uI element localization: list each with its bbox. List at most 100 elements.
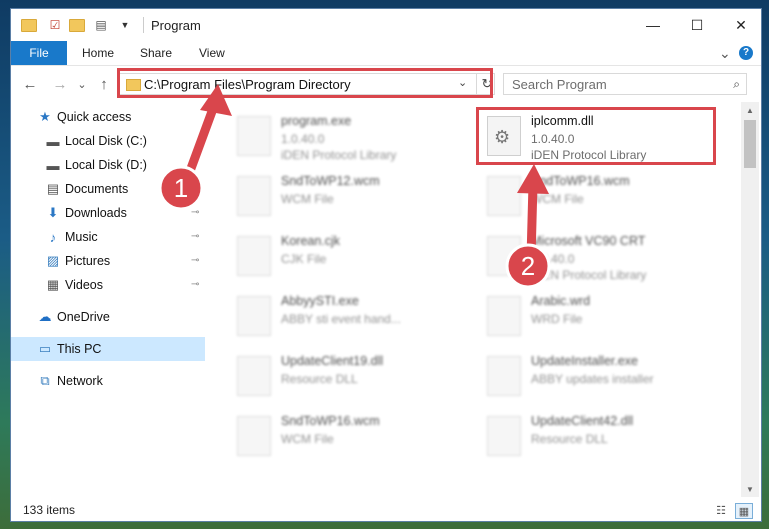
- sidebar-item[interactable]: ⬇ Downloads ⊸: [11, 201, 205, 225]
- file-detail: Resource DLL: [531, 432, 608, 446]
- file-icon: [487, 296, 521, 336]
- sidebar-item-label: Videos: [65, 278, 103, 292]
- drive-icon: ▬: [46, 157, 60, 173]
- file-item[interactable]: Arabic.wrd WRD File: [479, 288, 719, 344]
- file-item[interactable]: SndToWP16.wcm WCM File: [479, 168, 719, 224]
- pin-icon: ⊸: [191, 255, 200, 266]
- file-description: iDEN Protocol Library: [281, 148, 397, 162]
- help-icon[interactable]: ?: [739, 41, 753, 65]
- file-icon: [487, 356, 521, 396]
- search-input[interactable]: Search Program ⌕: [503, 73, 747, 95]
- file-name: UpdateClient42.dll: [531, 414, 634, 428]
- file-icon: [237, 296, 271, 336]
- file-icon: [237, 176, 271, 216]
- sidebar-item[interactable]: ★ Quick access: [11, 105, 205, 129]
- videos-icon: ▦: [46, 277, 60, 292]
- sidebar-item[interactable]: ▦ Videos ⊸: [11, 273, 205, 297]
- quick-access-customize-icon[interactable]: ▤: [93, 17, 109, 33]
- file-name: UpdateClient19.dll: [281, 354, 384, 368]
- file-description: iDEN Protocol Library: [531, 268, 647, 282]
- sidebar-item-label: OneDrive: [57, 310, 110, 324]
- sidebar-item-label: Downloads: [65, 206, 127, 220]
- sidebar-item[interactable]: ▬ Local Disk (D:): [11, 153, 205, 177]
- file-detail: 1.0.40.0: [531, 252, 575, 266]
- vertical-scrollbar[interactable]: ▲ ▼: [741, 102, 759, 497]
- sidebar-item-label: Network: [57, 374, 103, 388]
- file-detail: CJK File: [281, 252, 327, 266]
- file-detail: WRD File: [531, 312, 583, 326]
- file-item[interactable]: Microsoft VC90 CRT 1.0.40.0 iDEN Protocol …: [479, 228, 719, 284]
- recent-locations-button[interactable]: ⌄: [71, 74, 93, 94]
- ribbon-tabs: File Home Share View ⌄ ?: [11, 41, 761, 66]
- file-item[interactable]: AbbyySTI.exe ABBY sti event hand...: [229, 288, 469, 344]
- music-icon: ♪: [49, 229, 57, 245]
- sidebar-item-label: Music: [65, 230, 98, 244]
- tab-file[interactable]: File: [11, 41, 67, 65]
- file-icon: [237, 236, 271, 276]
- large-icons-view-icon[interactable]: ▦: [735, 503, 753, 519]
- file-detail: 1.0.40.0: [281, 132, 325, 146]
- file-detail: WCM File: [281, 432, 334, 446]
- details-view-icon[interactable]: ☷: [713, 503, 729, 517]
- file-item[interactable]: program.exe 1.0.40.0 iDEN Protocol Library: [229, 108, 469, 164]
- file-name: Microsoft VC90 CRT: [531, 234, 646, 248]
- sidebar-item[interactable]: ▭ This PC: [11, 337, 205, 361]
- file-name: AbbyySTI.exe: [281, 294, 359, 308]
- sidebar-item[interactable]: ▬ Local Disk (C:): [11, 129, 205, 153]
- file-icon: [487, 416, 521, 456]
- file-highlight-box: [476, 107, 716, 165]
- back-button[interactable]: ←: [19, 74, 41, 94]
- file-detail: ABBY sti event hand...: [281, 312, 401, 326]
- sidebar-item[interactable]: ⧉ Network: [11, 369, 205, 393]
- sidebar-item-label: Local Disk (D:): [65, 158, 147, 172]
- file-icon: [237, 356, 271, 396]
- sidebar-item[interactable]: ♪ Music ⊸: [11, 225, 205, 249]
- drive-icon: ▬: [46, 133, 60, 149]
- scroll-up-icon[interactable]: ▲: [741, 102, 759, 118]
- file-name: Arabic.wrd: [531, 294, 591, 308]
- scroll-down-icon[interactable]: ▼: [741, 481, 759, 497]
- sidebar-item[interactable]: ☁ OneDrive: [11, 305, 205, 329]
- computer-icon: ▭: [38, 341, 52, 356]
- help-glyph: ?: [739, 46, 753, 60]
- file-icon: [237, 116, 271, 156]
- file-item[interactable]: UpdateInstaller.exe ABBY updates installe…: [479, 348, 719, 404]
- search-icon[interactable]: ⌕: [733, 77, 740, 92]
- status-bar: 133 items ☷ ▦: [11, 497, 761, 521]
- sidebar-item-label: Quick access: [57, 110, 132, 124]
- file-item[interactable]: SndToWP16.wcm WCM File: [229, 408, 469, 464]
- title-bar: ☑ ▤ ▼ Program — ☐ ✕: [11, 9, 761, 41]
- pin-icon: ⊸: [191, 231, 200, 242]
- network-icon: ⧉: [40, 373, 50, 388]
- scrollbar-thumb[interactable]: [744, 120, 756, 168]
- up-button[interactable]: ↑: [93, 74, 115, 94]
- new-folder-icon[interactable]: [69, 17, 85, 33]
- sidebar-item[interactable]: ▨ Pictures ⊸: [11, 249, 205, 273]
- sidebar-item-label: Local Disk (C:): [65, 134, 147, 148]
- chevron-down-icon[interactable]: ▼: [117, 17, 133, 33]
- tab-view[interactable]: View: [199, 41, 225, 65]
- ribbon-collapse-icon[interactable]: ⌄: [719, 41, 731, 65]
- file-item[interactable]: UpdateClient19.dll Resource DLL: [229, 348, 469, 404]
- tab-share[interactable]: Share: [140, 41, 172, 65]
- file-icon: [487, 236, 521, 276]
- forward-button[interactable]: →: [49, 74, 71, 94]
- close-button[interactable]: ✕: [719, 9, 761, 41]
- title-separator: [143, 17, 144, 33]
- file-detail: ABBY updates installer: [531, 372, 654, 386]
- tab-home[interactable]: Home: [82, 41, 114, 65]
- sidebar-item[interactable]: ▤ Documents ⊸: [11, 177, 205, 201]
- file-name: SndToWP16.wcm: [531, 174, 630, 188]
- pin-icon: ⊸: [191, 279, 200, 290]
- file-icon: [237, 416, 271, 456]
- minimize-button[interactable]: —: [631, 9, 675, 41]
- download-icon: ⬇: [47, 205, 59, 220]
- file-item[interactable]: Korean.cjk CJK File: [229, 228, 469, 284]
- file-name: SndToWP12.wcm: [281, 174, 380, 188]
- file-item[interactable]: UpdateClient42.dll Resource DLL: [479, 408, 719, 464]
- item-count: 133 items: [23, 503, 76, 517]
- maximize-button[interactable]: ☐: [675, 9, 719, 41]
- pictures-icon: ▨: [46, 253, 60, 268]
- file-item[interactable]: SndToWP12.wcm WCM File: [229, 168, 469, 224]
- properties-icon[interactable]: ☑: [47, 17, 63, 33]
